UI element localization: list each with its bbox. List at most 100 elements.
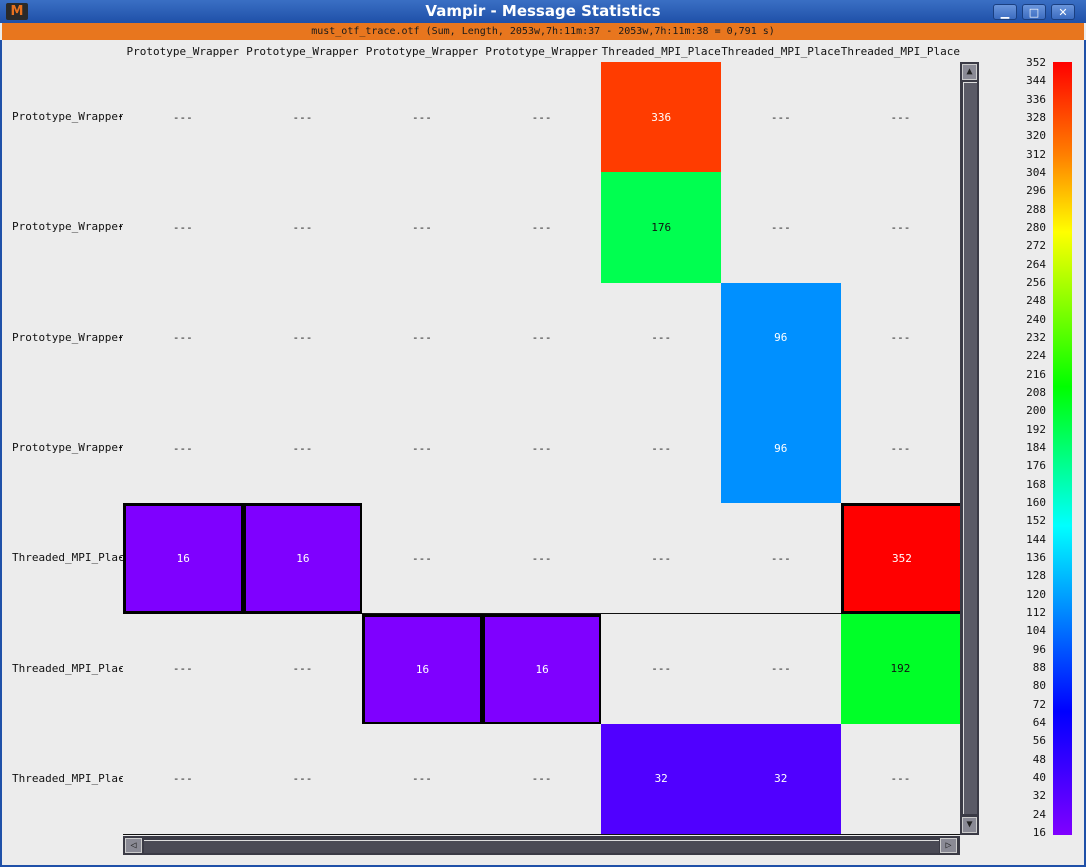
legend-label: 200	[1026, 404, 1046, 418]
legend-label: 216	[1026, 367, 1046, 381]
matrix-cell[interactable]: ---	[601, 503, 722, 615]
matrix-cell[interactable]: ---	[840, 62, 961, 174]
message-matrix[interactable]: --- --- --- --- 336 --- --- --- --- --- --- 176 --- -…	[123, 62, 961, 835]
matrix-cell[interactable]: 32	[721, 723, 842, 835]
matrix-cell[interactable]: ---	[362, 282, 483, 394]
matrix-cell[interactable]: ---	[601, 613, 722, 725]
row-header: Threaded_MPI_Place	[12, 551, 132, 565]
matrix-cell[interactable]: ---	[242, 282, 364, 394]
matrix-cell[interactable]: ---	[242, 392, 364, 505]
matrix-cell[interactable]: ---	[362, 62, 483, 174]
legend-label: 320	[1026, 129, 1046, 143]
matrix-cell[interactable]: ---	[721, 62, 842, 174]
matrix-cell[interactable]: ---	[242, 172, 364, 284]
legend-label: 104	[1026, 624, 1046, 638]
scroll-right-icon[interactable]: ▷	[940, 838, 957, 853]
matrix-cell[interactable]: ---	[123, 613, 244, 725]
matrix-cell[interactable]: ---	[362, 503, 483, 615]
matrix-cell[interactable]: 32	[601, 723, 722, 835]
legend-label: 160	[1026, 495, 1046, 509]
matrix-cell[interactable]: ---	[242, 62, 364, 174]
legend-label: 224	[1026, 349, 1046, 363]
matrix-cell[interactable]: ---	[123, 392, 244, 505]
row-tick	[119, 116, 122, 118]
row-header: Prototype_Wrapper	[12, 330, 125, 344]
legend-label: 16	[1032, 825, 1046, 839]
matrix-cell[interactable]: ---	[362, 172, 483, 284]
row-tick	[119, 777, 122, 779]
matrix-cell[interactable]: ---	[481, 62, 603, 174]
matrix-cell[interactable]: ---	[840, 172, 961, 284]
legend-label: 232	[1026, 330, 1046, 344]
legend-label: 304	[1026, 165, 1046, 179]
legend-label: 168	[1026, 477, 1046, 491]
scroll-left-icon[interactable]: ◁	[125, 838, 142, 853]
matrix-cell[interactable]: 192	[840, 613, 961, 725]
matrix-cell[interactable]: ---	[123, 62, 244, 174]
legend-label: 288	[1026, 202, 1046, 216]
matrix-cell[interactable]: ---	[481, 282, 603, 394]
legend-label: 88	[1032, 660, 1046, 674]
matrix-cell[interactable]: ---	[481, 172, 603, 284]
legend-label: 96	[1032, 642, 1046, 656]
matrix-cell[interactable]: 96	[721, 392, 842, 505]
legend-label: 208	[1026, 385, 1046, 399]
matrix-cell[interactable]: ---	[123, 172, 244, 284]
legend-label: 112	[1026, 605, 1046, 619]
matrix-cell[interactable]: 352	[840, 503, 961, 615]
matrix-cell[interactable]: ---	[840, 282, 961, 394]
matrix-cell[interactable]: ---	[481, 723, 603, 835]
matrix-cell[interactable]: ---	[481, 392, 603, 505]
matrix-cell[interactable]: ---	[721, 172, 842, 284]
maximize-button[interactable]: □	[1022, 4, 1046, 20]
matrix-cell[interactable]: 176	[601, 172, 722, 284]
matrix-cell[interactable]: ---	[242, 723, 364, 835]
legend-label: 40	[1032, 770, 1046, 784]
matrix-cell[interactable]: ---	[123, 723, 244, 835]
legend-label: 264	[1026, 257, 1046, 271]
matrix-cell[interactable]: 336	[601, 62, 722, 174]
title-bar: M Vampir - Message Statistics ▁ □ ✕	[0, 0, 1086, 23]
close-button[interactable]: ✕	[1051, 4, 1075, 20]
legend-label: 176	[1026, 459, 1046, 473]
matrix-cell[interactable]: ---	[362, 723, 483, 835]
matrix-cell[interactable]: 16	[242, 503, 364, 615]
horizontal-scroll-track[interactable]	[144, 840, 939, 853]
row-tick	[119, 336, 122, 338]
row-header: Prototype_Wrapper	[12, 441, 125, 455]
matrix-cell[interactable]: 16	[481, 613, 603, 725]
column-header: Prototype_Wrapper	[246, 45, 359, 58]
matrix-cell[interactable]: ---	[242, 613, 364, 725]
matrix-cell[interactable]: 16	[362, 613, 483, 725]
matrix-cell[interactable]: ---	[362, 392, 483, 505]
minimize-button[interactable]: ▁	[993, 4, 1017, 20]
matrix-cell[interactable]: ---	[721, 613, 842, 725]
column-header: Threaded_MPI_Place	[721, 45, 841, 58]
legend-label: 136	[1026, 550, 1046, 564]
legend-label: 152	[1026, 514, 1046, 528]
matrix-cell[interactable]: 16	[123, 503, 244, 615]
row-header: Prototype_Wrapper	[12, 110, 125, 124]
matrix-cell[interactable]: ---	[840, 392, 961, 505]
matrix-cell[interactable]: ---	[721, 503, 842, 615]
legend-label: 24	[1032, 807, 1046, 821]
matrix-cell[interactable]: ---	[840, 723, 961, 835]
matrix-cell[interactable]: ---	[481, 503, 603, 615]
vertical-scroll-track[interactable]	[963, 82, 977, 814]
legend-label: 48	[1032, 752, 1046, 766]
vertical-scrollbar[interactable]: ▲ ▼	[960, 62, 979, 835]
legend-label: 32	[1032, 789, 1046, 803]
matrix-cell[interactable]: 96	[721, 282, 842, 394]
row-tick	[119, 447, 122, 449]
scroll-down-icon[interactable]: ▼	[962, 817, 977, 833]
matrix-cell[interactable]: ---	[123, 282, 244, 394]
horizontal-scrollbar[interactable]: ◁ ▷	[123, 836, 960, 855]
legend-label: 56	[1032, 734, 1046, 748]
legend-label: 328	[1026, 110, 1046, 124]
matrix-cell[interactable]: ---	[601, 392, 722, 505]
legend-label: 128	[1026, 569, 1046, 583]
scroll-up-icon[interactable]: ▲	[962, 64, 977, 80]
matrix-cell[interactable]: ---	[601, 282, 722, 394]
row-tick	[119, 667, 122, 669]
window-title: Vampir - Message Statistics	[425, 2, 661, 20]
